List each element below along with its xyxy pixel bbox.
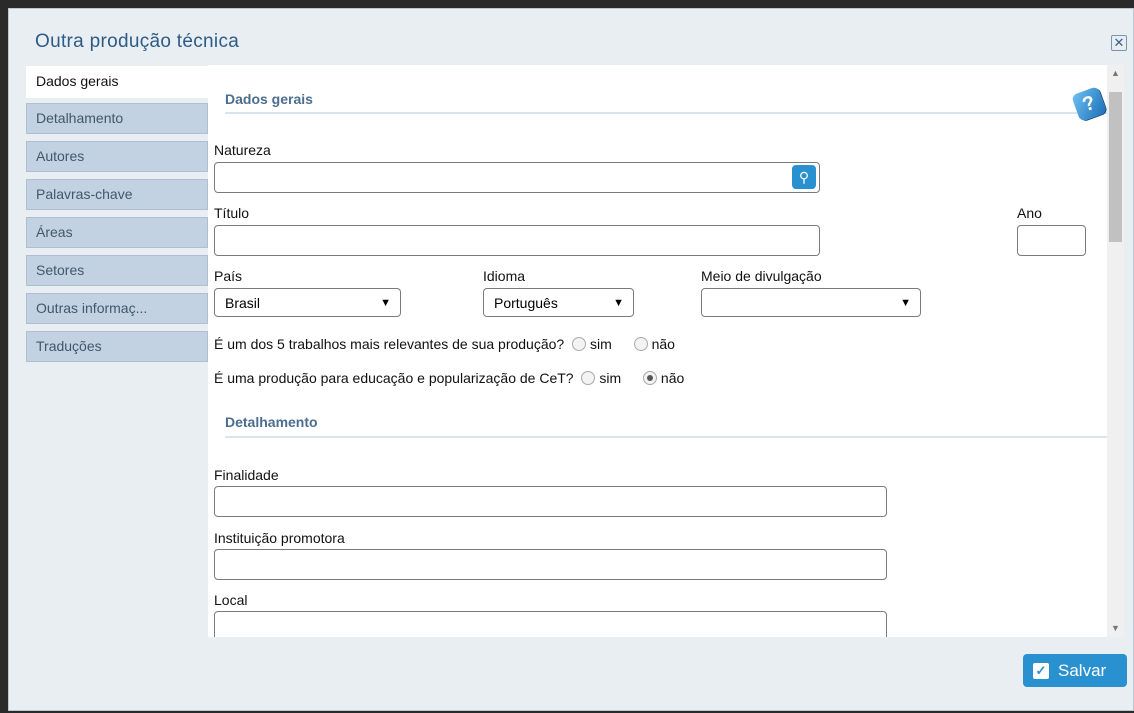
tab-dados-gerais[interactable]: Dados gerais — [26, 66, 208, 98]
relevantes-question: É um dos 5 trabalhos mais relevantes de … — [214, 336, 675, 352]
section-title-dados-gerais: Dados gerais — [225, 91, 313, 107]
relevantes-question-text: É um dos 5 trabalhos mais relevantes de … — [214, 336, 565, 352]
ano-label: Ano — [1017, 205, 1042, 221]
educacao-question-text: É uma produção para educação e populariz… — [214, 370, 574, 386]
finalidade-field[interactable] — [214, 486, 887, 517]
tab-list: Dados gerais Detalhamento Autores Palavr… — [26, 66, 208, 369]
checkbox-icon: ✓ — [1033, 663, 1049, 679]
section-divider — [225, 112, 1107, 114]
pais-value: Brasil — [225, 295, 261, 311]
idioma-value: Português — [494, 295, 558, 311]
scroll-up-arrow-icon[interactable]: ▲ — [1107, 65, 1124, 82]
educacao-question: É uma produção para educação e populariz… — [214, 370, 684, 386]
meio-divulgacao-label: Meio de divulgação — [701, 268, 822, 284]
form-content: Dados gerais ? Natureza ⚲ Título Ano Paí… — [208, 65, 1107, 637]
tab-palavras-chave[interactable]: Palavras-chave — [26, 179, 208, 210]
save-button-label: Salvar — [1058, 661, 1107, 680]
pais-label: País — [214, 268, 243, 284]
tab-setores[interactable]: Setores — [26, 255, 208, 286]
meio-divulgacao-select[interactable]: ▼ — [701, 288, 921, 317]
natureza-label: Natureza — [214, 142, 271, 158]
tab-autores[interactable]: Autores — [26, 141, 208, 172]
local-field[interactable] — [214, 611, 887, 637]
relevantes-sim-radio[interactable] — [572, 337, 587, 351]
scroll-down-arrow-icon[interactable]: ▼ — [1107, 620, 1124, 637]
section-title-detalhamento: Detalhamento — [225, 414, 318, 430]
search-icon[interactable]: ⚲ — [792, 165, 816, 189]
relevantes-sim-label: sim — [590, 336, 612, 352]
section-divider — [225, 436, 1107, 438]
pais-select[interactable]: Brasil ▼ — [214, 288, 401, 317]
dialog-titlebar: Outra produção técnica ✕ — [9, 9, 1133, 67]
relevantes-nao-label: não — [651, 336, 675, 352]
educacao-nao-radio[interactable] — [643, 371, 658, 385]
instituicao-promotora-field[interactable] — [214, 549, 887, 580]
finalidade-label: Finalidade — [214, 467, 279, 483]
tab-outras-informacoes[interactable]: Outras informaç... — [26, 293, 208, 324]
relevantes-nao-radio[interactable] — [633, 337, 648, 351]
ano-field[interactable] — [1017, 225, 1086, 256]
scrollbar-thumb[interactable] — [1109, 92, 1122, 242]
titulo-label: Título — [214, 205, 250, 221]
chevron-down-icon: ▼ — [900, 297, 911, 309]
idioma-label: Idioma — [483, 268, 526, 284]
titulo-field[interactable] — [214, 225, 820, 256]
save-button[interactable]: ✓ Salvar — [1023, 654, 1127, 687]
natureza-field[interactable] — [214, 162, 820, 193]
close-icon[interactable]: ✕ — [1111, 35, 1127, 51]
educacao-nao-label: não — [660, 370, 685, 386]
tab-areas[interactable]: Áreas — [26, 217, 208, 248]
dialog-title: Outra produção técnica — [35, 31, 240, 52]
instituicao-promotora-label: Instituição promotora — [214, 530, 345, 546]
local-label: Local — [214, 592, 248, 608]
help-book-icon[interactable]: ? — [1071, 86, 1107, 122]
tab-traducoes[interactable]: Traduções — [26, 331, 208, 362]
educacao-sim-label: sim — [599, 370, 622, 386]
tab-detalhamento[interactable]: Detalhamento — [26, 103, 208, 134]
chevron-down-icon: ▼ — [613, 297, 624, 309]
dialog-outra-producao-tecnica: Outra produção técnica ✕ Dados gerais De… — [8, 8, 1134, 711]
vertical-scrollbar[interactable]: ▲ ▼ — [1107, 65, 1124, 637]
chevron-down-icon: ▼ — [380, 297, 391, 309]
educacao-sim-radio[interactable] — [581, 371, 596, 385]
idioma-select[interactable]: Português ▼ — [483, 288, 634, 317]
